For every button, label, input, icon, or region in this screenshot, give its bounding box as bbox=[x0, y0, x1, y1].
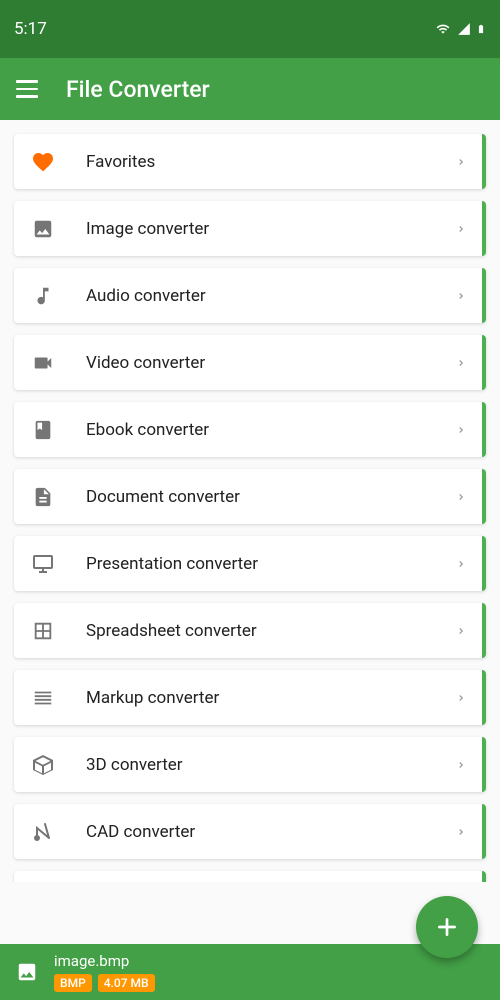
category-label: Favorites bbox=[86, 152, 456, 172]
category-label: Spreadsheet converter bbox=[86, 621, 456, 641]
category-document[interactable]: Document converter bbox=[14, 469, 486, 524]
app-bar: File Converter bbox=[0, 58, 500, 120]
book-icon bbox=[30, 417, 56, 443]
add-file-fab[interactable] bbox=[416, 896, 478, 958]
chevron-right-icon bbox=[456, 690, 466, 706]
file-image-icon bbox=[14, 959, 40, 985]
category-markup[interactable]: Markup converter bbox=[14, 670, 486, 725]
file-name: image.bmp bbox=[54, 952, 155, 970]
category-label: 3D converter bbox=[86, 755, 456, 775]
battery-icon bbox=[476, 21, 486, 37]
file-format-badge: BMP bbox=[54, 974, 92, 992]
chevron-right-icon bbox=[456, 824, 466, 840]
queued-file-bar[interactable]: image.bmp BMP 4.07 MB bbox=[0, 944, 500, 1000]
chevron-right-icon bbox=[456, 489, 466, 505]
menu-icon[interactable] bbox=[16, 80, 38, 98]
presentation-icon bbox=[30, 551, 56, 577]
category-label: Markup converter bbox=[86, 688, 456, 708]
file-size-badge: 4.07 MB bbox=[98, 974, 155, 992]
chevron-right-icon bbox=[456, 355, 466, 371]
file-meta: BMP 4.07 MB bbox=[54, 974, 155, 992]
category-label: Video converter bbox=[86, 353, 456, 373]
category-gerber[interactable]: Gerber converter bbox=[14, 871, 486, 882]
category-favorites[interactable]: Favorites bbox=[14, 134, 486, 189]
status-icons bbox=[434, 21, 486, 37]
chevron-right-icon bbox=[456, 757, 466, 773]
chevron-right-icon bbox=[456, 556, 466, 572]
category-cad[interactable]: CAD converter bbox=[14, 804, 486, 859]
chevron-right-icon bbox=[456, 221, 466, 237]
chevron-right-icon bbox=[456, 288, 466, 304]
category-label: Image converter bbox=[86, 219, 456, 239]
heart-icon bbox=[30, 149, 56, 175]
category-image[interactable]: Image converter bbox=[14, 201, 486, 256]
audio-icon bbox=[30, 283, 56, 309]
category-spreadsheet[interactable]: Spreadsheet converter bbox=[14, 603, 486, 658]
category-label: Ebook converter bbox=[86, 420, 456, 440]
category-presentation[interactable]: Presentation converter bbox=[14, 536, 486, 591]
markup-icon bbox=[30, 685, 56, 711]
chevron-right-icon bbox=[456, 154, 466, 170]
chevron-right-icon bbox=[456, 623, 466, 639]
status-time: 5:17 bbox=[14, 19, 47, 39]
category-label: Presentation converter bbox=[86, 554, 456, 574]
category-audio[interactable]: Audio converter bbox=[14, 268, 486, 323]
category-label: CAD converter bbox=[86, 822, 456, 842]
category-video[interactable]: Video converter bbox=[14, 335, 486, 390]
document-icon bbox=[30, 484, 56, 510]
category-ebook[interactable]: Ebook converter bbox=[14, 402, 486, 457]
cube-icon bbox=[30, 752, 56, 778]
file-info: image.bmp BMP 4.07 MB bbox=[54, 952, 155, 992]
category-label: Document converter bbox=[86, 487, 456, 507]
chevron-right-icon bbox=[456, 422, 466, 438]
plus-icon bbox=[434, 914, 460, 940]
status-bar: 5:17 bbox=[0, 0, 500, 58]
signal-icon bbox=[456, 22, 472, 36]
video-icon bbox=[30, 350, 56, 376]
cad-icon bbox=[30, 819, 56, 845]
image-icon bbox=[30, 216, 56, 242]
spreadsheet-icon bbox=[30, 618, 56, 644]
category-label: Audio converter bbox=[86, 286, 456, 306]
category-3d[interactable]: 3D converter bbox=[14, 737, 486, 792]
category-list: Favorites Image converter Audio converte… bbox=[0, 120, 500, 882]
app-title: File Converter bbox=[66, 76, 210, 103]
wifi-icon bbox=[434, 22, 452, 36]
